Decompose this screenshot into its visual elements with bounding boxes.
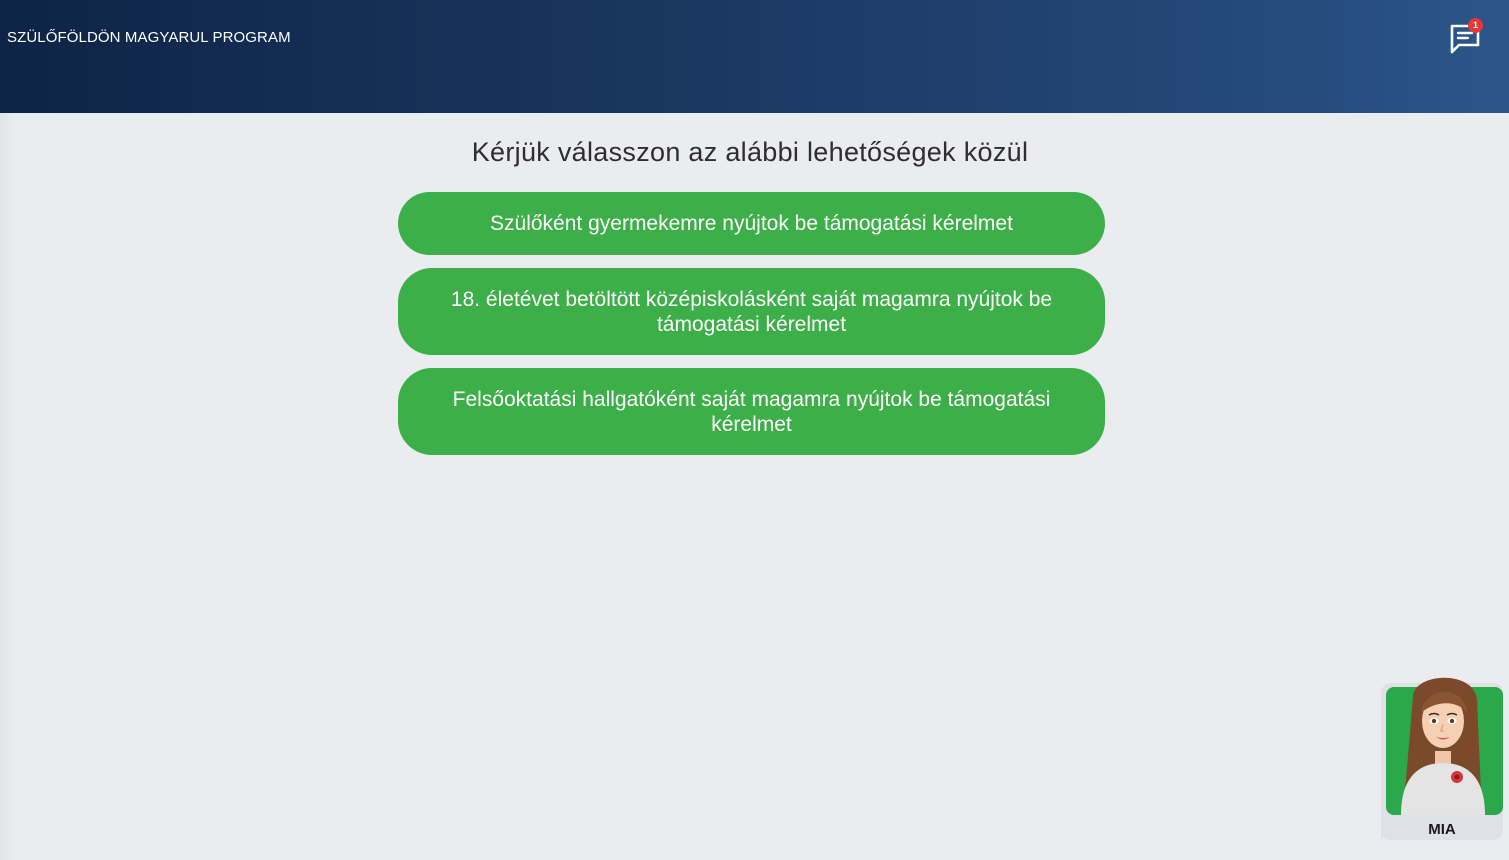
option-label: Szülőként gyermekemre nyújtok be támogat…: [490, 212, 1013, 235]
page-prompt: Kérjük válasszon az alábbi lehetőségek k…: [471, 137, 1029, 167]
option-adult-secondary-student-button[interactable]: 18. életévet betöltött középiskolásként …: [398, 268, 1105, 355]
assistant-name: MIA: [1428, 821, 1456, 838]
option-label: Felsőoktatási hallgatóként saját magamra…: [452, 387, 1051, 436]
page: SZÜLŐFÖLDÖN MAGYARUL PROGRAM 1 Kérjük vá…: [0, 0, 1509, 860]
notification-badge: 1: [1468, 18, 1483, 33]
option-label: 18. életévet betöltött középiskolásként …: [450, 287, 1053, 336]
option-higher-education-student-button[interactable]: Felsőoktatási hallgatóként saját magamra…: [398, 368, 1105, 455]
top-header: SZÜLŐFÖLDÖN MAGYARUL PROGRAM 1: [0, 0, 1509, 113]
assistant-avatar-icon: [1381, 677, 1503, 840]
program-title: SZÜLŐFÖLDÖN MAGYARUL PROGRAM: [7, 29, 291, 46]
option-list: Szülőként gyermekemre nyújtok be támogat…: [398, 192, 1105, 468]
chat-button[interactable]: 1: [1446, 17, 1486, 57]
option-parent-for-child-button[interactable]: Szülőként gyermekemre nyújtok be támogat…: [398, 192, 1105, 255]
assistant-avatar-button[interactable]: [1379, 665, 1506, 843]
